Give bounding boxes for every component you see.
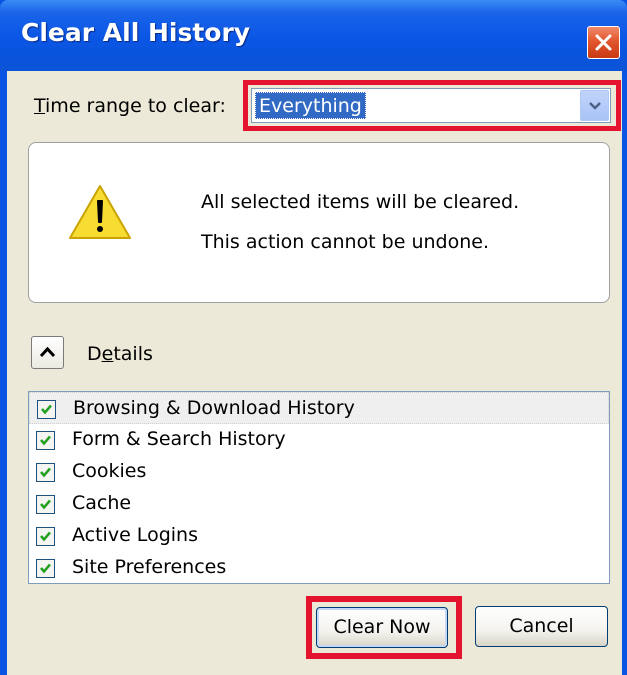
dropdown-button[interactable] xyxy=(580,90,609,121)
clear-history-dialog: Clear All History Time range to clear: E… xyxy=(0,0,627,675)
checkbox[interactable] xyxy=(36,527,55,546)
checkbox[interactable] xyxy=(36,463,55,482)
check-icon xyxy=(40,467,51,478)
list-item-label: Cache xyxy=(72,492,132,514)
list-item-label: Active Logins xyxy=(72,524,198,546)
list-item-active-logins[interactable]: Active Logins xyxy=(29,520,609,552)
list-item-form-search-history[interactable]: Form & Search History xyxy=(29,424,609,456)
check-icon xyxy=(40,563,51,574)
checkbox[interactable] xyxy=(37,400,56,419)
checkbox[interactable] xyxy=(36,495,55,514)
list-item-label: Form & Search History xyxy=(72,428,286,450)
title-bar[interactable]: Clear All History xyxy=(0,0,627,71)
history-items-list: Browsing & Download History Form & Searc… xyxy=(28,391,610,584)
cancel-button[interactable]: Cancel xyxy=(475,606,608,647)
list-item-cookies[interactable]: Cookies xyxy=(29,456,609,488)
chevron-down-icon xyxy=(589,102,601,110)
check-icon xyxy=(41,404,52,415)
warning-text-line-2: This action cannot be undone. xyxy=(201,231,490,253)
list-item-browsing-download-history[interactable]: Browsing & Download History xyxy=(29,392,609,424)
check-icon xyxy=(40,435,51,446)
check-icon xyxy=(40,499,51,510)
details-toggle-button[interactable] xyxy=(31,336,64,369)
list-item-label: Site Preferences xyxy=(72,556,227,578)
clear-now-button[interactable]: Clear Now xyxy=(316,607,448,648)
warning-icon xyxy=(69,185,131,239)
time-range-label: Time range to clear: xyxy=(34,95,226,117)
checkbox[interactable] xyxy=(36,559,55,578)
time-range-select[interactable]: Everything xyxy=(251,88,611,123)
warning-panel: All selected items will be cleared. This… xyxy=(28,142,610,303)
details-label: Details xyxy=(87,343,153,365)
window-title: Clear All History xyxy=(21,18,251,47)
warning-text-line-1: All selected items will be cleared. xyxy=(201,191,520,213)
close-icon xyxy=(595,34,612,51)
close-button[interactable] xyxy=(587,26,620,59)
dialog-body: Time range to clear: Everything All sele… xyxy=(7,71,622,675)
time-range-selected-value: Everything xyxy=(255,92,366,119)
list-item-site-preferences[interactable]: Site Preferences xyxy=(29,552,609,584)
check-icon xyxy=(40,531,51,542)
checkbox[interactable] xyxy=(36,431,55,450)
list-item-cache[interactable]: Cache xyxy=(29,488,609,520)
chevron-up-icon xyxy=(39,346,56,358)
list-item-label: Cookies xyxy=(72,460,147,482)
list-item-label: Browsing & Download History xyxy=(73,397,355,419)
